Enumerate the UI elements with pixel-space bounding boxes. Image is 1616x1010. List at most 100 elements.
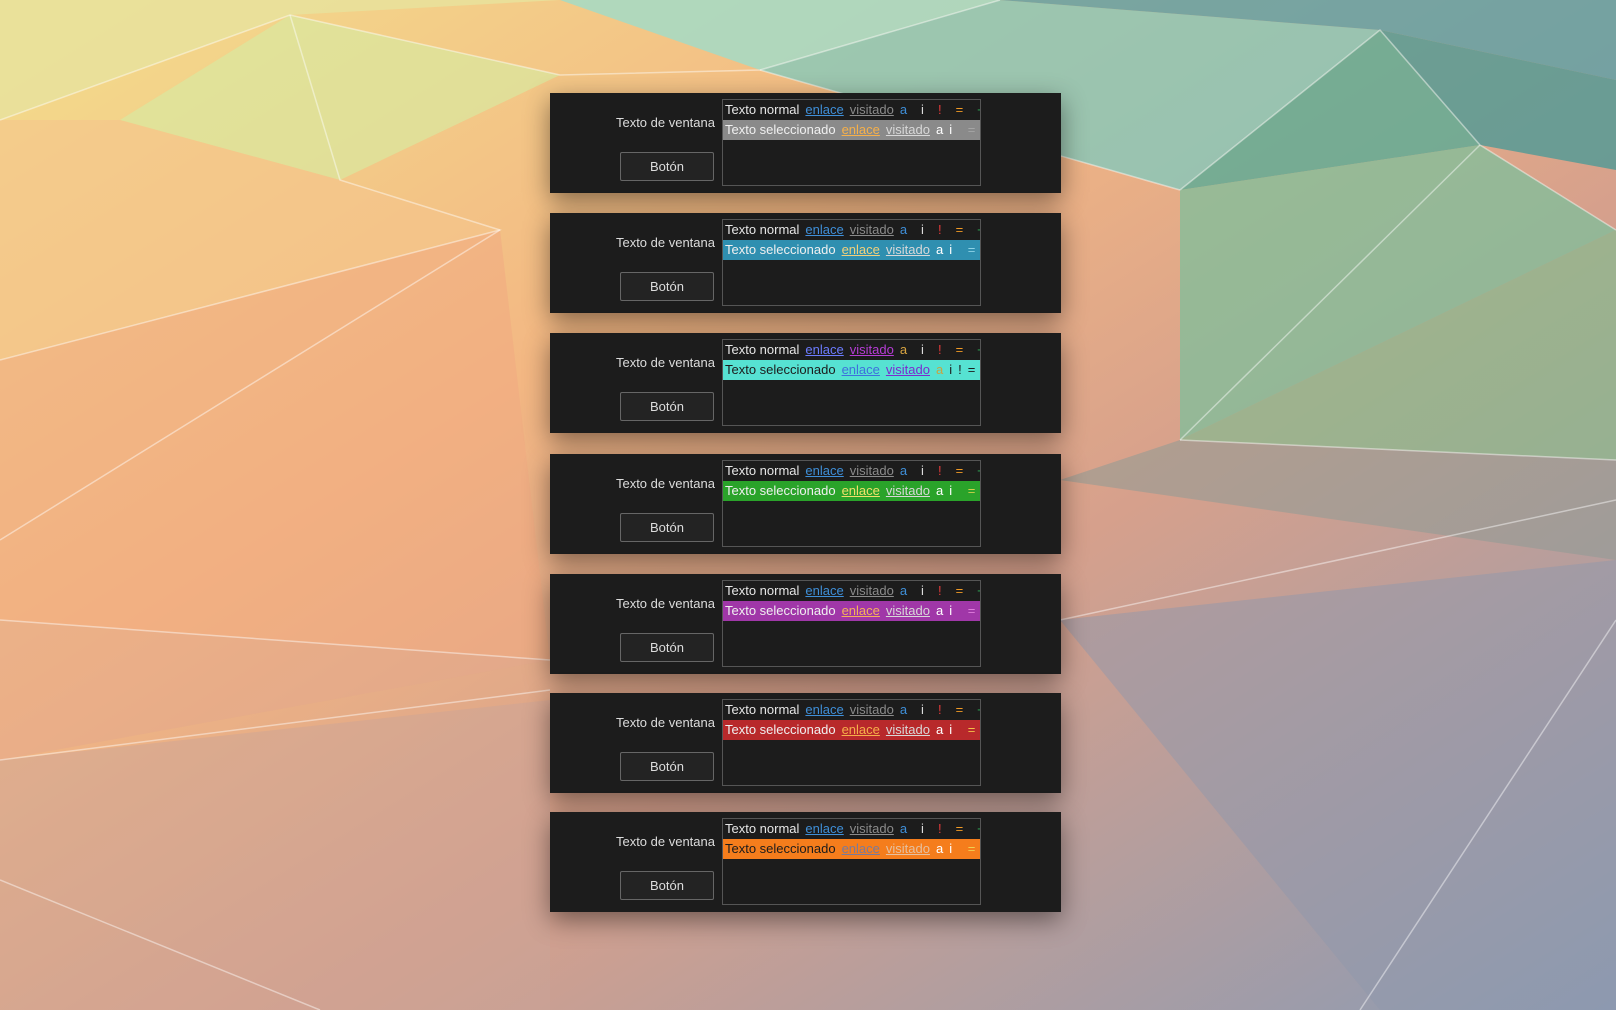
preview-list-view[interactable]: Texto normalenlacevisitadoai!=+ Texto se… <box>722 818 981 905</box>
normal-text-row[interactable]: Texto normal enlace visitado ai! = + <box>723 340 980 360</box>
preview-button[interactable]: Botón <box>620 513 714 542</box>
neutral-text: = <box>955 222 964 237</box>
inactive-text: i <box>921 702 924 717</box>
normal-text: Texto normal <box>725 222 800 237</box>
selected-active-text: a <box>935 841 944 856</box>
normal-text: Texto normal <box>725 583 800 598</box>
selected-text-row[interactable]: Texto seleccionadoenlacevisitadoai!=+ <box>723 120 980 140</box>
selected-active-text: a <box>935 603 944 618</box>
preview-button[interactable]: Botón <box>620 392 714 421</box>
selected-link-text[interactable]: enlace <box>842 841 880 856</box>
visited-link-text[interactable]: visitado <box>850 342 894 357</box>
preview-list-view[interactable]: Texto normalenlacevisitadoai!=+ Texto se… <box>722 580 981 667</box>
visited-link-text[interactable]: visitado <box>850 583 894 598</box>
selected-visited-link-text[interactable]: visitado <box>886 483 930 498</box>
selected-visited-link-text[interactable]: visitado <box>886 722 930 737</box>
preview-list-view[interactable]: Texto normalenlacevisitadoai!=+ Texto se… <box>722 99 981 186</box>
normal-text-row[interactable]: Texto normal enlace visitado ai! = + <box>723 700 980 720</box>
negative-text: ! <box>937 222 942 237</box>
selected-inactive-text: i <box>949 362 953 377</box>
selected-link-text[interactable]: enlace <box>842 242 880 257</box>
selected-neutral-text: = <box>967 362 976 377</box>
neutral-text: = <box>955 821 964 836</box>
normal-text-row[interactable]: Texto normal enlace visitado ai! = + <box>723 461 980 481</box>
normal-text-row[interactable]: Texto normal enlace visitado ai! = + <box>723 220 980 240</box>
selected-active-text: a <box>935 122 944 137</box>
positive-text: + <box>977 583 980 598</box>
link-text[interactable]: enlace <box>805 342 843 357</box>
preview-list-view[interactable]: Texto normalenlacevisitadoai!=+ Texto se… <box>722 219 981 306</box>
selected-negative-text: ! <box>958 362 962 377</box>
selected-text: Texto seleccionado <box>725 362 836 377</box>
selected-text: Texto seleccionado <box>725 722 836 737</box>
inactive-text: i <box>921 342 924 357</box>
link-text[interactable]: enlace <box>805 583 843 598</box>
preview-button[interactable]: Botón <box>620 752 714 781</box>
preview-list-view[interactable]: Texto normalenlacevisitadoai!=+ Texto se… <box>722 339 981 426</box>
preview-list-view[interactable]: Texto normalenlacevisitadoai!=+ Texto se… <box>722 699 981 786</box>
window-text-label: Texto de ventana <box>615 235 715 250</box>
visited-link-text[interactable]: visitado <box>850 821 894 836</box>
selected-link-text[interactable]: enlace <box>842 362 880 377</box>
normal-text: Texto normal <box>725 102 800 117</box>
neutral-text: = <box>955 702 964 717</box>
positive-text: + <box>977 821 980 836</box>
selected-active-text: a <box>935 242 944 257</box>
selected-link-text[interactable]: enlace <box>842 483 880 498</box>
selected-text-row[interactable]: Texto seleccionadoenlacevisitadoai!=+ <box>723 839 980 859</box>
selected-text-row[interactable]: Texto seleccionadoenlacevisitadoai!=+ <box>723 720 980 740</box>
normal-text-row[interactable]: Texto normal enlace visitado ai! = + <box>723 819 980 839</box>
selected-text-row[interactable]: Texto seleccionadoenlacevisitadoai!=+ <box>723 601 980 621</box>
window-text-label: Texto de ventana <box>615 115 715 130</box>
selected-active-text: a <box>935 483 944 498</box>
normal-text-row[interactable]: Texto normal enlace visitado ai! = + <box>723 581 980 601</box>
window-text-label: Texto de ventana <box>615 476 715 491</box>
selected-link-text[interactable]: enlace <box>842 603 880 618</box>
preview-list-view[interactable]: Texto normalenlacevisitadoai!=+ Texto se… <box>722 460 981 547</box>
selected-neutral-text: = <box>967 722 976 737</box>
positive-text: + <box>977 102 980 117</box>
active-text: a <box>899 222 908 237</box>
selected-text: Texto seleccionado <box>725 242 836 257</box>
selected-visited-link-text[interactable]: visitado <box>886 122 930 137</box>
negative-text: ! <box>937 463 942 478</box>
selected-link-text[interactable]: enlace <box>842 122 880 137</box>
selected-neutral-text: = <box>967 841 976 856</box>
selected-visited-link-text[interactable]: visitado <box>886 362 930 377</box>
normal-text: Texto normal <box>725 702 800 717</box>
selected-negative-text: ! <box>958 722 962 737</box>
visited-link-text[interactable]: visitado <box>850 102 894 117</box>
negative-text: ! <box>937 342 942 357</box>
active-text: a <box>899 583 908 598</box>
link-text[interactable]: enlace <box>805 222 843 237</box>
preview-button[interactable]: Botón <box>620 633 714 662</box>
normal-text-row[interactable]: Texto normal enlace visitado ai! = + <box>723 100 980 120</box>
selected-visited-link-text[interactable]: visitado <box>886 242 930 257</box>
link-text[interactable]: enlace <box>805 102 843 117</box>
link-text[interactable]: enlace <box>805 821 843 836</box>
selected-link-text[interactable]: enlace <box>842 722 880 737</box>
preview-button[interactable]: Botón <box>620 871 714 900</box>
normal-text: Texto normal <box>725 463 800 478</box>
visited-link-text[interactable]: visitado <box>850 463 894 478</box>
link-text[interactable]: enlace <box>805 463 843 478</box>
selected-text-row[interactable]: Texto seleccionadoenlacevisitadoai!=+ <box>723 481 980 501</box>
selected-visited-link-text[interactable]: visitado <box>886 841 930 856</box>
selected-negative-text: ! <box>958 841 962 856</box>
window-text-label: Texto de ventana <box>615 715 715 730</box>
selected-visited-link-text[interactable]: visitado <box>886 603 930 618</box>
selected-neutral-text: = <box>967 122 976 137</box>
selected-text: Texto seleccionado <box>725 483 836 498</box>
selected-text-row[interactable]: Texto seleccionadoenlacevisitadoai!=+ <box>723 240 980 260</box>
negative-text: ! <box>937 702 942 717</box>
visited-link-text[interactable]: visitado <box>850 702 894 717</box>
selected-inactive-text: i <box>949 483 953 498</box>
positive-text: + <box>977 342 980 357</box>
preview-button[interactable]: Botón <box>620 152 714 181</box>
preview-button[interactable]: Botón <box>620 272 714 301</box>
selected-active-text: a <box>935 362 944 377</box>
color-scheme-preview-6: Texto de ventana Botón Texto normal enlac… <box>550 693 1061 793</box>
selected-text-row[interactable]: Texto seleccionadoenlacevisitadoai!=+ <box>723 360 980 380</box>
visited-link-text[interactable]: visitado <box>850 222 894 237</box>
link-text[interactable]: enlace <box>805 702 843 717</box>
